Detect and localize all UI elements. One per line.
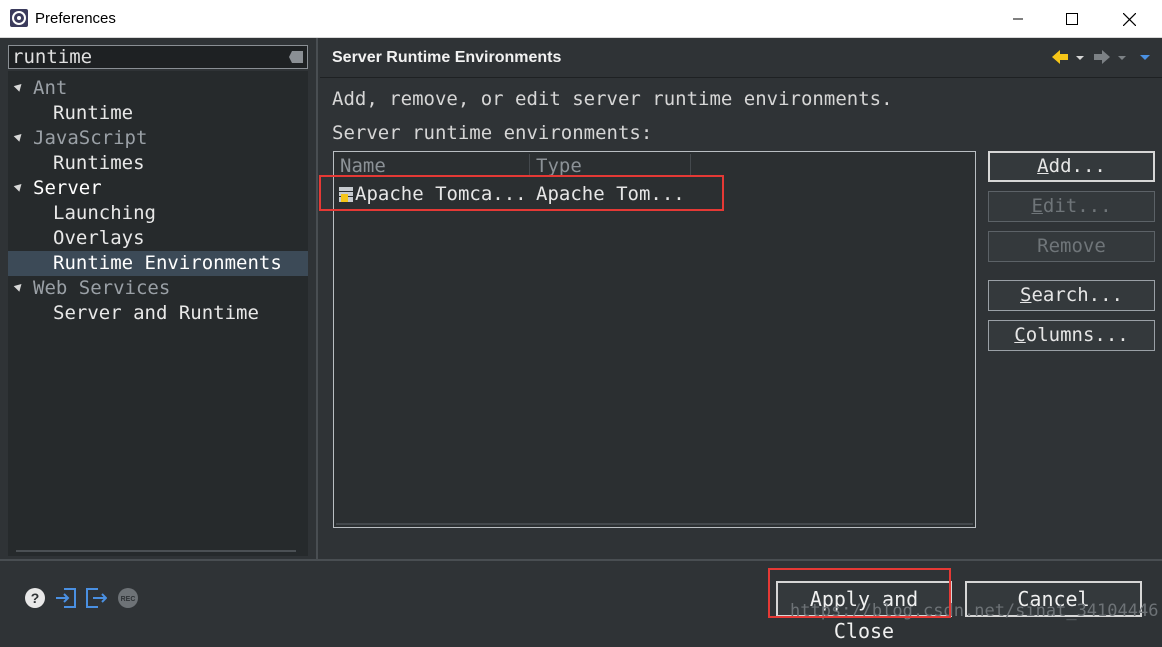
tree-item-server-and-runtime[interactable]: Server and Runtime [8, 301, 308, 326]
tree-item-label: Server [33, 177, 102, 199]
tree-item-label: Runtime [53, 102, 134, 124]
forward-nav-button[interactable] [1092, 48, 1132, 66]
expand-arrow-icon[interactable] [13, 81, 25, 92]
remove-button[interactable]: Remove [988, 231, 1155, 262]
edit-button[interactable]: Edit... [988, 191, 1155, 222]
column-header-type[interactable]: Type [530, 154, 691, 177]
server-runtime-icon [339, 187, 353, 202]
minimize-icon [1013, 18, 1023, 20]
search-button-mnemonic: S [1020, 284, 1032, 306]
tree-item-javascript[interactable]: JavaScript [8, 126, 308, 151]
chevron-down-icon [1076, 56, 1084, 60]
page-title: Server Runtime Environments [332, 49, 562, 66]
column-header-name[interactable]: Name [334, 154, 530, 177]
expand-arrow-icon[interactable] [13, 281, 25, 292]
tree-item-label: JavaScript [33, 127, 148, 149]
page-description: Add, remove, or edit server runtime envi… [332, 88, 893, 110]
page-header: Server Runtime Environments [320, 38, 1162, 78]
tree-horizontal-scrollbar[interactable] [16, 550, 296, 552]
maximize-button[interactable] [1049, 0, 1095, 38]
edit-button-mnemonic: E [1031, 195, 1043, 217]
expand-arrow-icon[interactable] [13, 131, 25, 142]
tree-item-label: Runtime Environments [53, 252, 282, 274]
window-title: Preferences [35, 10, 116, 27]
tree-item-server-launching[interactable]: Launching [8, 201, 308, 226]
close-icon [1122, 12, 1136, 26]
add-button-mnemonic: A [1037, 155, 1049, 177]
close-button[interactable] [1106, 0, 1152, 38]
watermark: https://blog.csdn.net/sinat_34104446 [790, 601, 1159, 621]
minimize-button[interactable] [995, 0, 1041, 38]
tree-item-label: Launching [53, 202, 156, 224]
table-horizontal-scrollbar[interactable] [336, 523, 973, 525]
tree-item-label: Server and Runtime [53, 302, 259, 324]
title-bar: Preferences [0, 0, 1162, 38]
columns-button-label: olumns... [1025, 324, 1129, 346]
preferences-tree: Ant Runtime JavaScript Runtimes Server L… [8, 71, 308, 556]
tree-item-runtime-environments[interactable]: Runtime Environments [8, 251, 308, 276]
add-button-label: dd... [1048, 155, 1106, 177]
table-row-name[interactable]: Apache Tomca... [355, 179, 527, 209]
svg-text:?: ? [31, 590, 40, 606]
runtime-environments-table[interactable]: Name Type Apache Tomca... Apache Tom... [333, 151, 976, 528]
record-icon[interactable]: REC [117, 587, 139, 609]
forward-arrow-icon [1094, 50, 1110, 64]
preference-page: Server Runtime Environments Add, remove,… [320, 38, 1162, 559]
table-row-type[interactable]: Apache Tom... [536, 179, 685, 209]
svg-text:REC: REC [121, 596, 136, 603]
back-nav-button[interactable] [1050, 48, 1090, 66]
tree-item-label: Web Services [33, 277, 171, 299]
clear-filter-icon[interactable] [289, 51, 303, 63]
search-button[interactable]: Search... [988, 280, 1155, 311]
add-button[interactable]: Add... [988, 151, 1155, 182]
help-icon[interactable]: ? [24, 587, 46, 609]
eclipse-app-icon [10, 9, 28, 27]
search-button-label: earch... [1031, 284, 1123, 306]
expand-arrow-icon[interactable] [13, 181, 25, 192]
tree-item-ant-runtime[interactable]: Runtime [8, 101, 308, 126]
tree-item-label: Overlays [53, 227, 145, 249]
preferences-tree-panel: runtime Ant Runtime JavaScript Runtimes … [0, 38, 318, 559]
tree-item-label: Runtimes [53, 152, 145, 174]
dialog-button-bar: ? REC Apply and Close Cancel https://blo… [0, 559, 1162, 643]
tree-item-server-overlays[interactable]: Overlays [8, 226, 308, 251]
runtime-list-label: Server runtime environments: [332, 122, 653, 144]
filter-text: runtime [12, 46, 93, 68]
back-arrow-icon [1052, 50, 1068, 64]
tree-item-javascript-runtimes[interactable]: Runtimes [8, 151, 308, 176]
tree-item-ant[interactable]: Ant [8, 76, 308, 101]
view-menu-icon [1140, 55, 1150, 60]
tree-item-server[interactable]: Server [8, 176, 308, 201]
chevron-down-icon [1118, 56, 1126, 60]
edit-button-label: dit... [1042, 195, 1112, 217]
filter-input[interactable]: runtime [8, 45, 308, 69]
maximize-icon [1066, 13, 1078, 25]
export-icon[interactable] [85, 587, 107, 609]
view-menu-button[interactable] [1138, 48, 1152, 66]
import-icon[interactable] [55, 587, 77, 609]
tree-item-web-services[interactable]: Web Services [8, 276, 308, 301]
tree-item-label: Ant [33, 77, 68, 99]
columns-button[interactable]: Columns... [988, 320, 1155, 351]
columns-button-mnemonic: C [1014, 324, 1026, 346]
